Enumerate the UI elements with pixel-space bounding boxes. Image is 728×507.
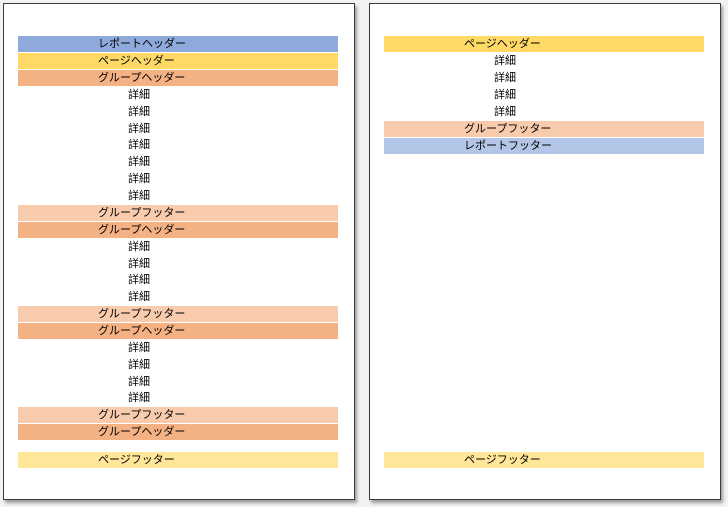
detail-label: 詳細 [128,257,150,270]
group-header-label: グループヘッダー [98,425,186,438]
detail-band: 詳細 [384,70,704,86]
group-header-label: グループヘッダー [98,223,186,236]
detail-band: 詳細 [384,104,704,120]
report-footer-label: レポートフッター [464,139,552,152]
detail-label: 詳細 [128,341,150,354]
page-header-band: ページヘッダー [384,36,704,52]
group-footer-label: グループフッター [98,408,186,421]
detail-band: 詳細 [18,154,338,170]
detail-label: 詳細 [128,155,150,168]
detail-band: 詳細 [18,256,338,272]
report-page-2: ページヘッダー 詳細 詳細 詳細 詳細 グループフッター レポートフッター ページフッター [369,3,721,500]
detail-band: 詳細 [18,87,338,103]
detail-label: 詳細 [128,172,150,185]
detail-band: 詳細 [18,357,338,373]
page-footer-label: ページフッター [464,453,541,466]
group-header-label: グループヘッダー [98,71,186,84]
group-footer-band: グループフッター [384,121,704,137]
detail-label: 詳細 [494,71,516,84]
group-footer-band: グループフッター [18,306,338,322]
detail-band: 詳細 [18,171,338,187]
detail-label: 詳細 [128,358,150,371]
detail-label: 詳細 [494,105,516,118]
detail-label: 詳細 [128,240,150,253]
report-header-band: レポートヘッダー [18,36,338,52]
group-footer-label: グループフッター [98,307,186,320]
group-footer-band: グループフッター [18,407,338,423]
detail-band: 詳細 [384,53,704,69]
detail-label: 詳細 [128,122,150,135]
detail-label: 詳細 [128,189,150,202]
detail-label: 詳細 [128,105,150,118]
group-footer-label: グループフッター [464,122,552,135]
detail-label: 詳細 [128,290,150,303]
group-header-label: グループヘッダー [98,324,186,337]
detail-band: 詳細 [384,87,704,103]
detail-band: 詳細 [18,390,338,406]
report-footer-band: レポートフッター [384,138,704,154]
detail-band: 詳細 [18,121,338,137]
group-header-band: グループヘッダー [18,222,338,238]
detail-label: 詳細 [128,375,150,388]
page-footer-band: ページフッター [18,452,338,468]
detail-label: 詳細 [128,273,150,286]
page-footer-band: ページフッター [384,452,704,468]
detail-band: 詳細 [18,374,338,390]
report-header-label: レポートヘッダー [98,37,186,50]
detail-band: 詳細 [18,104,338,120]
detail-band: 詳細 [18,272,338,288]
group-header-band: グループヘッダー [18,323,338,339]
detail-label: 詳細 [494,54,516,67]
group-header-band: グループヘッダー [18,70,338,86]
page-header-label: ページヘッダー [98,54,175,67]
detail-band: 詳細 [18,289,338,305]
detail-band: 詳細 [18,137,338,153]
page-footer-label: ページフッター [98,453,175,466]
page-header-band: ページヘッダー [18,53,338,69]
detail-label: 詳細 [494,88,516,101]
detail-label: 詳細 [128,138,150,151]
group-header-band: グループヘッダー [18,424,338,440]
detail-band: 詳細 [18,340,338,356]
page-header-label: ページヘッダー [464,37,541,50]
detail-label: 詳細 [128,88,150,101]
detail-band: 詳細 [18,239,338,255]
group-footer-label: グループフッター [98,206,186,219]
report-page-1: レポートヘッダー ページヘッダー グループヘッダー 詳細 詳細 詳細 詳細 詳細 詳細 詳細 グルー… [3,3,355,500]
group-footer-band: グループフッター [18,205,338,221]
detail-label: 詳細 [128,391,150,404]
detail-band: 詳細 [18,188,338,204]
